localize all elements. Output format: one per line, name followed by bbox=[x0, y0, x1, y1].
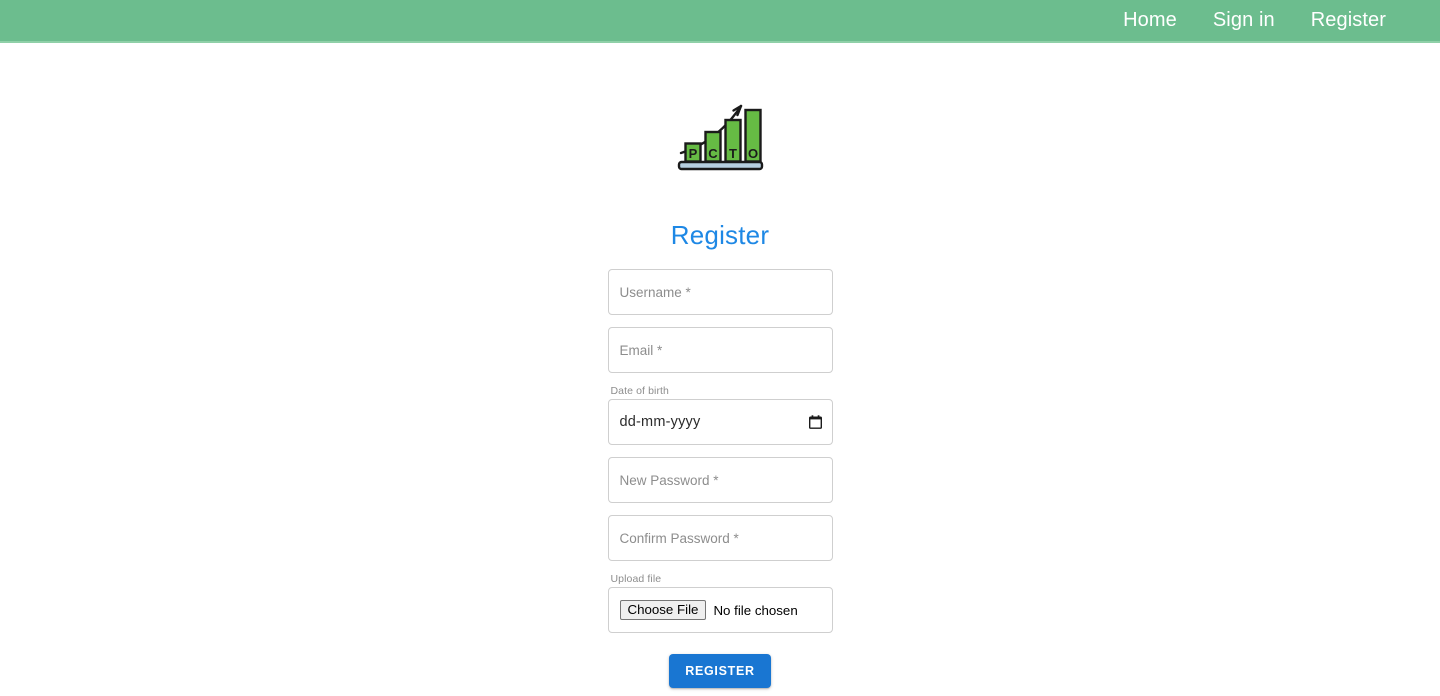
date-of-birth-input[interactable]: dd-mm-yyyy bbox=[607, 399, 833, 445]
register-form: Date of birth dd-mm-yyyy Upload file Cho… bbox=[607, 269, 833, 688]
date-of-birth-value: dd-mm-yyyy bbox=[619, 414, 701, 430]
pcto-logo: P C T O bbox=[675, 89, 765, 171]
username-field-wrap bbox=[607, 269, 833, 315]
username-input[interactable] bbox=[607, 269, 833, 315]
nav-link-home[interactable]: Home bbox=[1105, 0, 1195, 41]
submit-row: REGISTER bbox=[608, 654, 833, 688]
date-of-birth-label: Date of birth bbox=[610, 385, 669, 397]
nav-link-sign-in[interactable]: Sign in bbox=[1195, 0, 1293, 41]
register-submit-button[interactable]: REGISTER bbox=[669, 654, 771, 688]
confirm-password-input[interactable] bbox=[607, 515, 833, 561]
calendar-icon[interactable] bbox=[808, 415, 822, 429]
pcto-chart-icon: P C T O bbox=[677, 104, 764, 171]
page-title: Register bbox=[670, 220, 770, 250]
email-input[interactable] bbox=[607, 327, 833, 373]
page-content: P C T O Register Date of birth dd-mm-yyy… bbox=[0, 43, 1440, 688]
top-navbar: Home Sign in Register bbox=[0, 0, 1440, 43]
date-of-birth-field-wrap: Date of birth dd-mm-yyyy bbox=[607, 385, 833, 445]
new-password-field-wrap bbox=[607, 457, 833, 503]
file-status-text: No file chosen bbox=[713, 602, 798, 618]
svg-text:P: P bbox=[689, 146, 698, 161]
upload-file-field-wrap: Upload file Choose File No file chosen bbox=[607, 573, 833, 633]
new-password-input[interactable] bbox=[607, 457, 833, 503]
file-input[interactable]: Choose File No file chosen bbox=[607, 587, 833, 633]
svg-text:T: T bbox=[729, 146, 737, 161]
confirm-password-field-wrap bbox=[607, 515, 833, 561]
email-field-wrap bbox=[607, 327, 833, 373]
choose-file-button[interactable]: Choose File bbox=[619, 600, 707, 620]
upload-file-label: Upload file bbox=[610, 573, 662, 585]
nav-link-register[interactable]: Register bbox=[1293, 0, 1404, 41]
svg-text:O: O bbox=[748, 146, 758, 161]
svg-text:C: C bbox=[708, 146, 718, 161]
